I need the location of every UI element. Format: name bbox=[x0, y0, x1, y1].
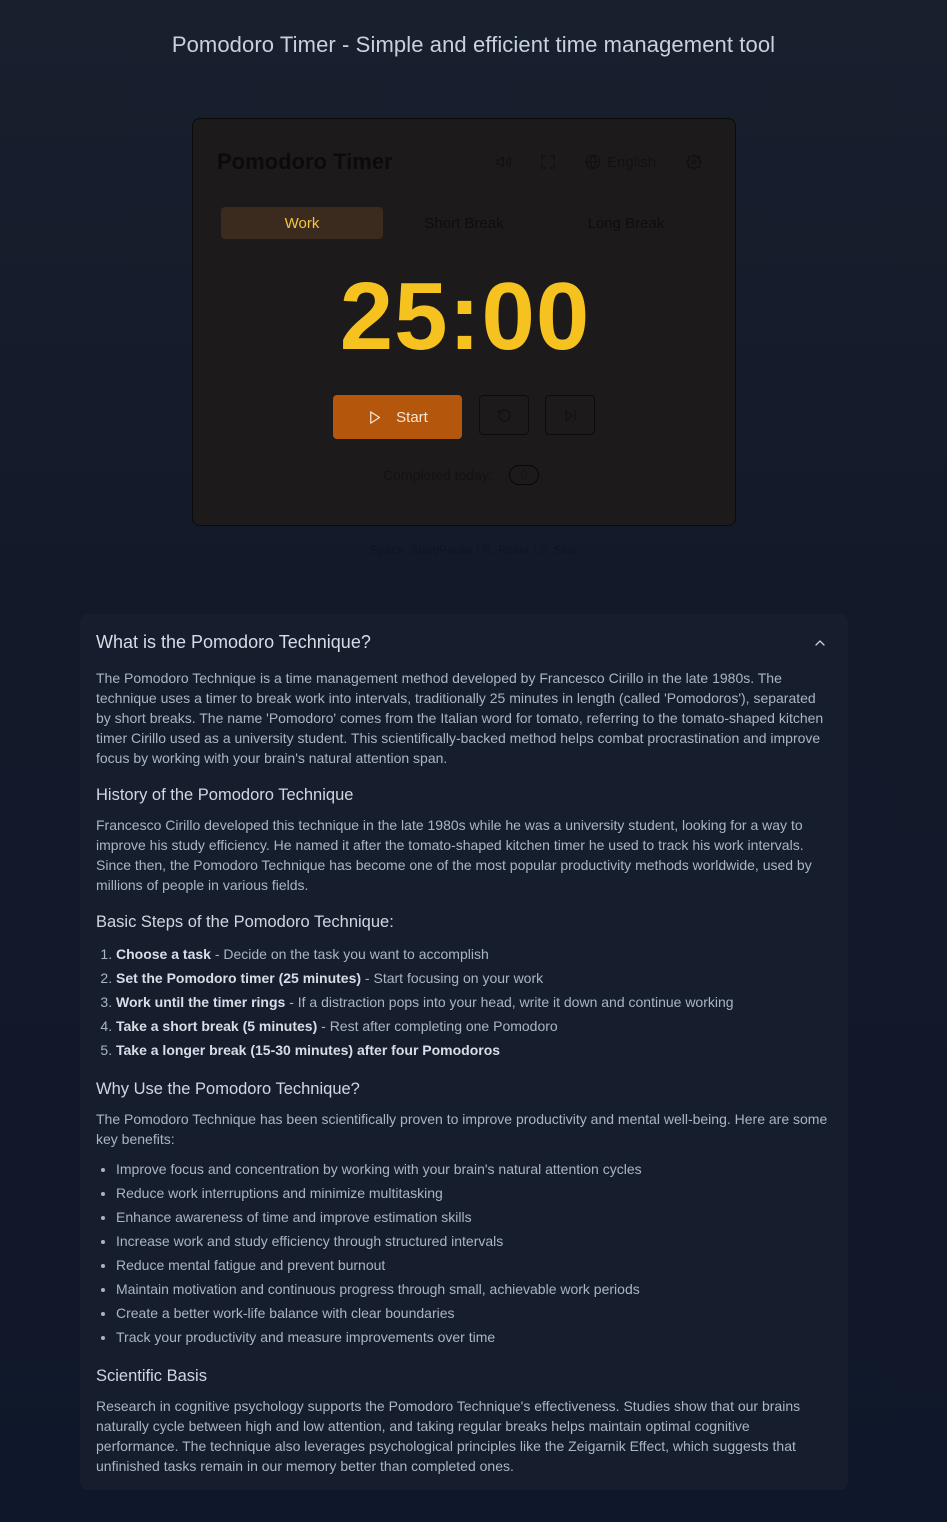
history-paragraph: Francesco Cirillo developed this techniq… bbox=[96, 817, 812, 893]
steps-list: Choose a task - Decide on the task you w… bbox=[116, 942, 832, 1062]
science-paragraph: Research in cognitive psychology support… bbox=[96, 1398, 801, 1474]
reset-button[interactable] bbox=[479, 395, 529, 435]
list-item: Reduce mental fatigue and prevent burnou… bbox=[116, 1253, 832, 1277]
info-title: What is the Pomodoro Technique? bbox=[96, 632, 371, 652]
list-item: Set the Pomodoro timer (25 minutes) - St… bbox=[116, 966, 832, 990]
list-item: Take a short break (5 minutes) - Rest af… bbox=[116, 1014, 832, 1038]
language-label: English bbox=[607, 153, 657, 171]
info-header[interactable]: What is the Pomodoro Technique? bbox=[96, 632, 832, 656]
start-button[interactable]: Start bbox=[333, 395, 462, 439]
start-label: Start bbox=[396, 408, 428, 426]
list-item: Create a better work-life balance with c… bbox=[116, 1301, 832, 1325]
list-item: Choose a task - Decide on the task you w… bbox=[116, 942, 832, 966]
volume-icon[interactable] bbox=[493, 151, 515, 173]
list-item: Increase work and study efficiency throu… bbox=[116, 1229, 832, 1253]
globe-icon bbox=[585, 154, 601, 170]
play-icon bbox=[370, 410, 381, 424]
timer-display: 25:00 bbox=[339, 263, 591, 370]
list-item: Improve focus and concentration by worki… bbox=[116, 1157, 832, 1181]
intro-paragraph: The Pomodoro Technique is a time managem… bbox=[96, 670, 824, 766]
gear-icon[interactable] bbox=[683, 151, 705, 173]
tab-long-break[interactable]: Long Break bbox=[545, 207, 707, 239]
why-heading: Why Use the Pomodoro Technique? bbox=[96, 1080, 360, 1098]
completed-label: Completed today: bbox=[383, 467, 493, 483]
list-item: Reduce work interruptions and minimize m… bbox=[116, 1181, 832, 1205]
science-heading: Scientific Basis bbox=[96, 1367, 207, 1385]
skip-icon bbox=[565, 409, 575, 421]
list-item: Maintain motivation and continuous progr… bbox=[116, 1277, 832, 1301]
list-item: Track your productivity and measure impr… bbox=[116, 1325, 832, 1349]
steps-heading: Basic Steps of the Pomodoro Technique: bbox=[96, 913, 394, 931]
completed-today: Completed today: 0 bbox=[383, 465, 539, 485]
why-paragraph: The Pomodoro Technique has been scientif… bbox=[96, 1111, 828, 1147]
tab-short-break[interactable]: Short Break bbox=[383, 207, 545, 239]
benefits-list: Improve focus and concentration by worki… bbox=[116, 1157, 832, 1349]
info-section: What is the Pomodoro Technique? The Pomo… bbox=[80, 614, 848, 1490]
list-item: Enhance awareness of time and improve es… bbox=[116, 1205, 832, 1229]
tab-work[interactable]: Work bbox=[221, 207, 383, 239]
skip-button[interactable] bbox=[545, 395, 595, 435]
chevron-up-icon[interactable] bbox=[812, 635, 828, 651]
completed-count-badge: 0 bbox=[508, 465, 539, 485]
language-selector[interactable]: English bbox=[585, 151, 656, 173]
timer-title: Pomodoro Timer bbox=[217, 149, 393, 174]
shortcut-hint: Space: Start/Pause | R: Reset | S: Skip bbox=[369, 543, 578, 557]
timer-card: Pomodoro Timer English Work Short Break … bbox=[192, 118, 736, 526]
reset-icon bbox=[497, 408, 511, 422]
mode-tabs: Work Short Break Long Break bbox=[221, 207, 707, 239]
list-item: Work until the timer rings - If a distra… bbox=[116, 990, 832, 1014]
fullscreen-icon[interactable] bbox=[537, 151, 559, 173]
page-heading: Pomodoro Timer - Simple and efficient ti… bbox=[171, 32, 776, 57]
history-heading: History of the Pomodoro Technique bbox=[96, 786, 354, 804]
list-item: Take a longer break (15-30 minutes) afte… bbox=[116, 1038, 832, 1062]
